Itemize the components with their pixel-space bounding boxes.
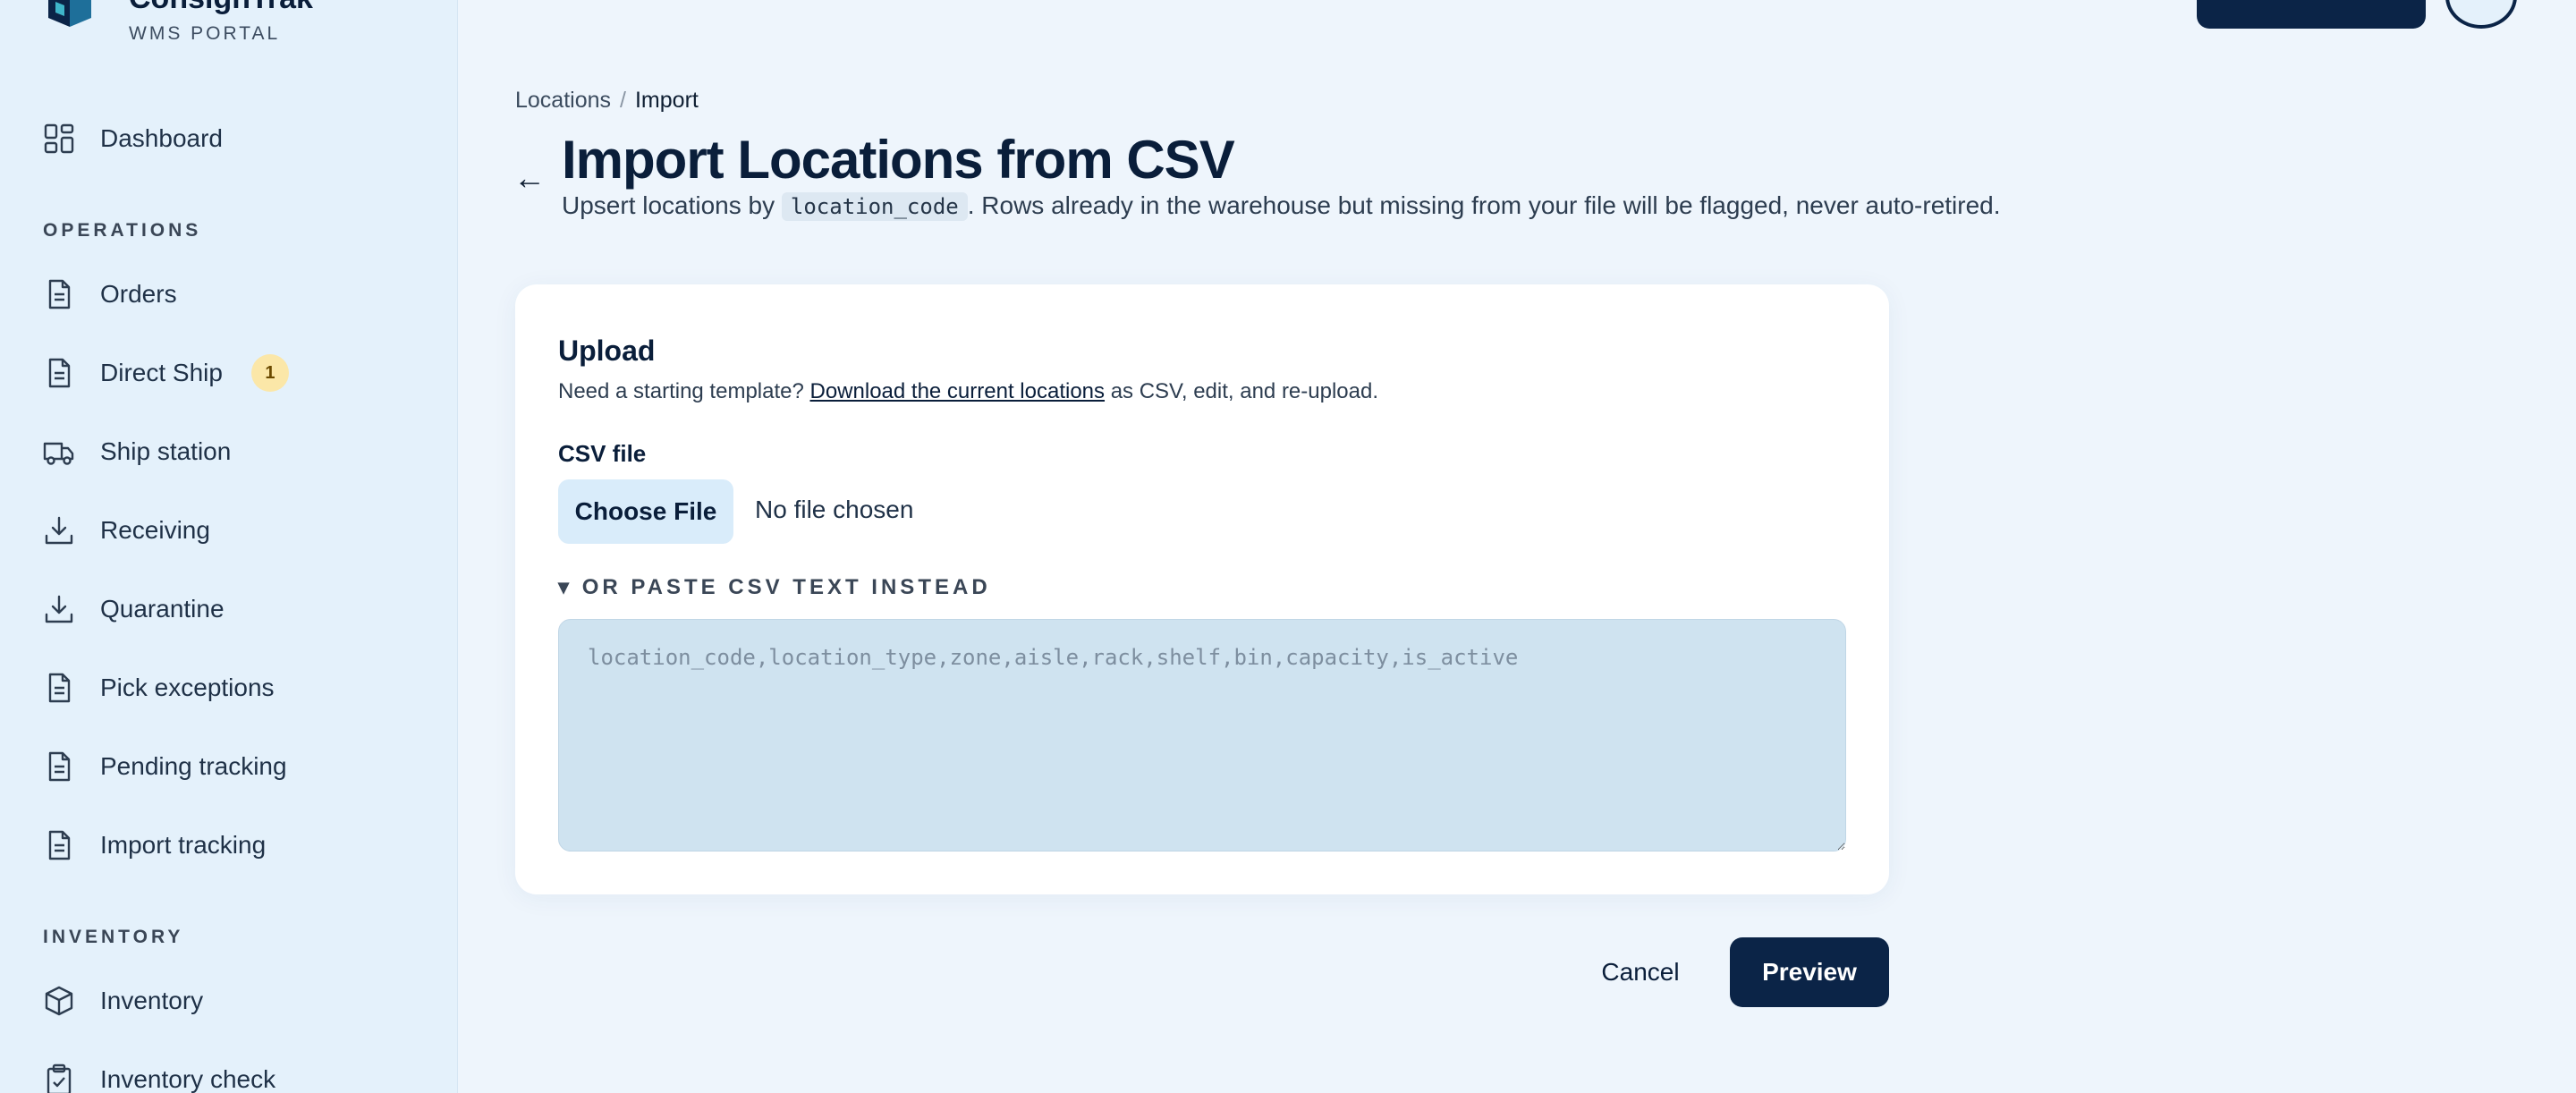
sidebar-item-pending-tracking[interactable]: Pending tracking xyxy=(43,745,419,788)
truck-icon xyxy=(43,436,75,468)
sidebar-item-orders[interactable]: Orders xyxy=(43,273,419,316)
breadcrumb: Locations / Import xyxy=(515,88,699,114)
dashboard-icon xyxy=(43,123,75,155)
csv-file-label: CSV file xyxy=(558,440,647,467)
box-icon xyxy=(43,985,75,1017)
download-icon xyxy=(43,593,75,625)
top-action-button[interactable] xyxy=(2197,0,2426,29)
brand-name: ConsignTrak xyxy=(129,0,313,16)
sidebar-item-pick-exceptions[interactable]: Pick exceptions xyxy=(43,666,419,709)
upload-help: Need a starting template? Download the c… xyxy=(558,379,1378,404)
page-subtitle: Upsert locations by location_code. Rows … xyxy=(562,191,2001,221)
sidebar-item-receiving[interactable]: Receiving xyxy=(43,509,419,552)
sidebar-section-operations: OPERATIONS xyxy=(43,220,202,241)
sidebar-item-label: Inventory xyxy=(100,987,204,1014)
brand[interactable]: ConsignTrak WMS PORTAL xyxy=(43,0,313,44)
logo-icon xyxy=(43,0,98,36)
help-text: as CSV, edit, and re-upload. xyxy=(1105,379,1379,403)
document-icon xyxy=(43,357,75,389)
sidebar-item-label: Pending tracking xyxy=(100,752,287,780)
choose-file-button[interactable]: Choose File xyxy=(558,479,733,544)
back-arrow-icon[interactable]: ← xyxy=(513,159,546,197)
document-icon xyxy=(43,750,75,783)
help-text: Need a starting template? xyxy=(558,379,810,403)
sidebar-item-dashboard[interactable]: Dashboard xyxy=(43,117,419,160)
sidebar-item-label: Orders xyxy=(100,280,177,308)
page-title: Import Locations from CSV xyxy=(562,130,1235,190)
avatar[interactable] xyxy=(2445,0,2517,29)
breadcrumb-current: Import xyxy=(634,88,699,113)
document-icon xyxy=(43,829,75,861)
file-status: No file chosen xyxy=(755,496,914,523)
count-badge: 1 xyxy=(250,354,289,392)
csv-text-input[interactable] xyxy=(558,619,1846,852)
paste-csv-toggle[interactable]: ▾ OR PASTE CSV TEXT INSTEAD xyxy=(558,574,991,600)
clipboard-check-icon xyxy=(43,1063,75,1093)
subtitle-code: location_code xyxy=(781,192,968,221)
sidebar-item-label: Direct Ship xyxy=(100,359,223,386)
document-icon xyxy=(43,278,75,310)
breadcrumb-link-locations[interactable]: Locations xyxy=(515,88,611,113)
sidebar-item-label: Receiving xyxy=(100,516,210,544)
sidebar-item-import-tracking[interactable]: Import tracking xyxy=(43,824,419,867)
breadcrumb-separator: / xyxy=(620,88,626,113)
subtitle-text: . Rows already in the warehouse but miss… xyxy=(967,191,2001,219)
download-icon xyxy=(43,514,75,546)
sidebar-item-label: Import tracking xyxy=(100,831,267,859)
sidebar-item-label: Dashboard xyxy=(100,124,223,152)
upload-title: Upload xyxy=(558,335,656,367)
sidebar-item-label: Quarantine xyxy=(100,595,225,623)
download-locations-link[interactable]: Download the current locations xyxy=(810,379,1106,403)
sidebar-item-quarantine[interactable]: Quarantine xyxy=(43,588,419,631)
sidebar-item-inventory[interactable]: Inventory xyxy=(43,979,419,1022)
preview-button[interactable]: Preview xyxy=(1730,937,1889,1007)
sidebar: ConsignTrak WMS PORTAL Dashboard OPERATI… xyxy=(0,0,458,1093)
upload-card: Upload Need a starting template? Downloa… xyxy=(515,284,1889,894)
cancel-button[interactable]: Cancel xyxy=(1589,937,1692,1007)
sidebar-item-label: Ship station xyxy=(100,437,232,465)
sidebar-item-inventory-check[interactable]: Inventory check xyxy=(43,1058,419,1093)
brand-subtitle: WMS PORTAL xyxy=(129,23,281,44)
subtitle-text: Upsert locations by xyxy=(562,191,782,219)
sidebar-section-inventory: INVENTORY xyxy=(43,927,184,947)
sidebar-item-label: Pick exceptions xyxy=(100,674,275,701)
sidebar-item-ship-station[interactable]: Ship station xyxy=(43,430,419,473)
sidebar-item-direct-ship[interactable]: Direct Ship 1 xyxy=(43,352,419,394)
document-icon xyxy=(43,672,75,704)
sidebar-item-label: Inventory check xyxy=(100,1065,276,1093)
